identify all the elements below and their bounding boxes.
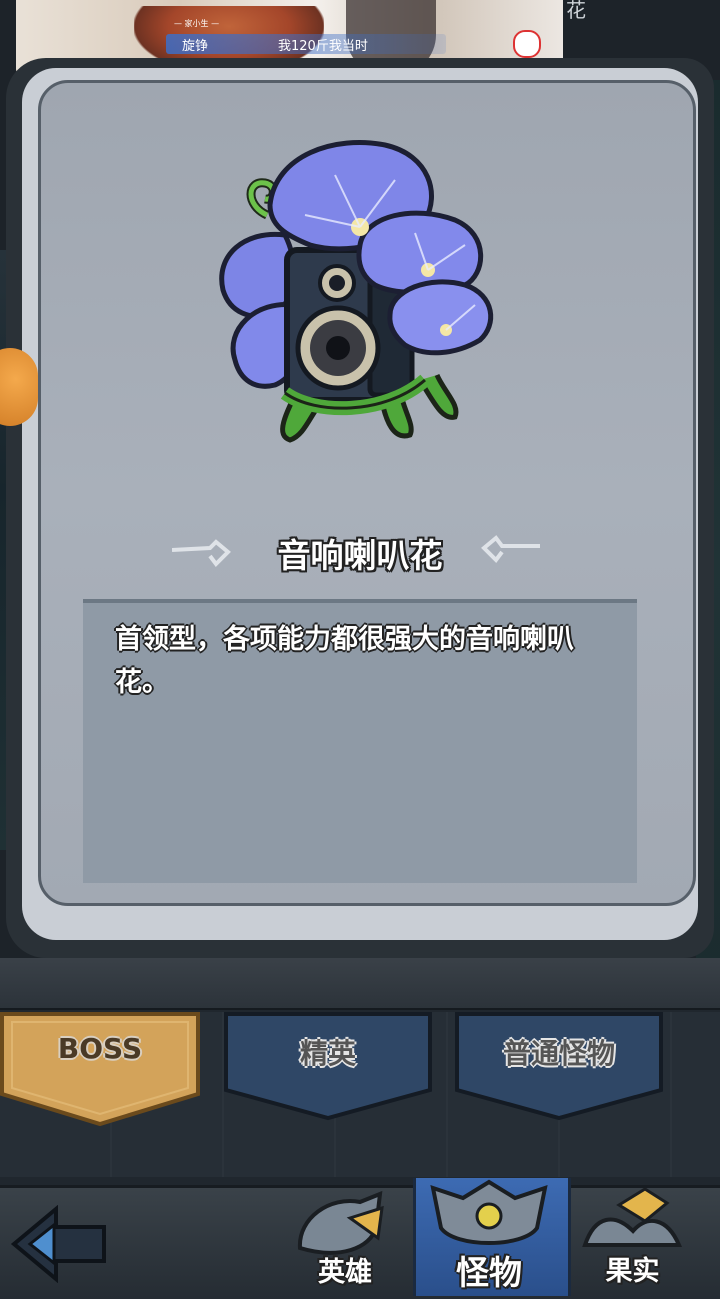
nav-item-fruits[interactable]: 果实: [575, 1185, 690, 1293]
tab-elite[interactable]: 精英: [224, 1012, 432, 1121]
nav-label-heroes: 英雄: [318, 1257, 372, 1288]
tab-elite-label: 精英: [299, 1037, 356, 1070]
nav-label-fruits: 果实: [605, 1256, 660, 1287]
tab-boss[interactable]: BOSS: [0, 1012, 200, 1127]
tab-boss-shield-icon: [0, 1012, 200, 1127]
ad-tag: — 家小生 —: [174, 19, 220, 28]
ad-caption: 我120斤我当时: [278, 39, 368, 54]
tab-normal-label: 普通怪物: [502, 1037, 615, 1070]
tab-boss-label: BOSS: [57, 1032, 143, 1065]
monster-description: 首领型，各项能力都很强大的音响喇叭花。: [115, 624, 574, 698]
ad-name: 旋铮: [182, 39, 209, 54]
ad-logo-icon: [513, 30, 541, 58]
side-coin-icon[interactable]: [0, 348, 38, 426]
speaker-morning-glory-icon: [219, 140, 494, 443]
title-ornament-right-icon: [481, 535, 540, 564]
background-title-fragment: 花: [566, 0, 586, 22]
tab-normal-monsters[interactable]: 普通怪物: [455, 1012, 663, 1121]
monster-name: 音响喇叭花: [277, 536, 443, 575]
nav-item-heroes[interactable]: 英雄: [290, 1188, 400, 1293]
tab-upper-rail: [0, 958, 720, 1010]
back-arrow-icon[interactable]: [10, 1205, 108, 1283]
nav-label-monsters: 怪物: [456, 1253, 522, 1292]
nav-item-monsters[interactable]: 怪物: [413, 1178, 565, 1296]
